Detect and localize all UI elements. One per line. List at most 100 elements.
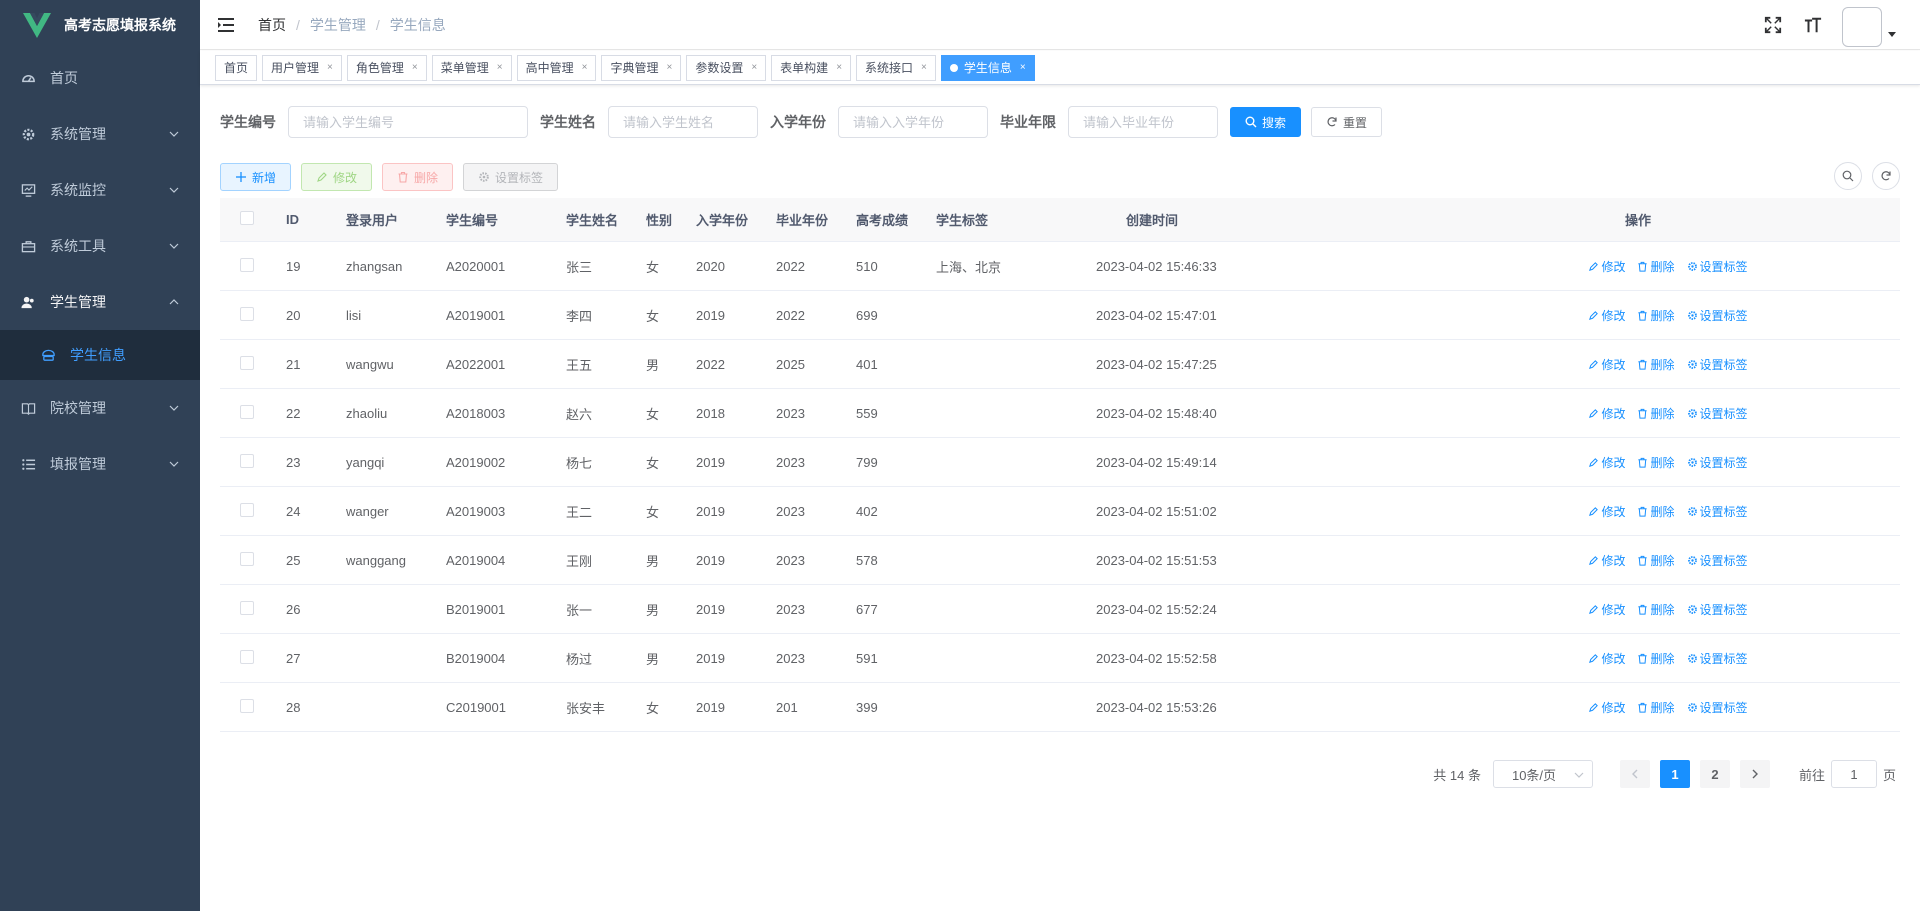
goto-page: 前往 页 (1799, 760, 1896, 788)
row-delete-link[interactable]: 删除 (1637, 356, 1675, 373)
next-page-button[interactable] (1739, 760, 1770, 788)
close-icon[interactable]: × (497, 56, 503, 80)
table-body: 19 zhangsan A2020001 张三女 2020 2022 510 上海、北京 202… (220, 242, 1900, 732)
delete-button[interactable]: 删除 (382, 163, 454, 191)
row-edit-link[interactable]: 修改 (1588, 307, 1625, 324)
row-edit-link[interactable]: 修改 (1588, 650, 1625, 667)
page-2-button[interactable]: 2 (1699, 760, 1730, 788)
tag-menus[interactable]: 菜单管理 × (431, 54, 512, 81)
row-checkbox[interactable] (240, 551, 254, 566)
tag-users[interactable]: 用户管理 × (262, 54, 342, 81)
tag-api[interactable]: 系统接口 × (856, 54, 936, 81)
tag-highschools[interactable]: 高中管理 × (516, 54, 597, 81)
reset-button[interactable]: 重置 (1311, 107, 1383, 137)
row-checkbox[interactable] (240, 600, 254, 615)
row-edit-link[interactable]: 修改 (1588, 356, 1625, 373)
sidebar-item-students[interactable]: 学生管理 (0, 274, 200, 330)
close-icon[interactable]: × (327, 56, 333, 80)
search-button[interactable]: 搜索 (1230, 107, 1302, 137)
sidebar-item-system[interactable]: 系统管理 (0, 106, 200, 162)
row-select-cell (220, 453, 286, 471)
breadcrumb: 首页 / 学生管理 / 学生信息 (258, 15, 446, 35)
sidebar-item-student-info[interactable]: 学生信息 (0, 330, 200, 380)
sidebar-item-tools[interactable]: 系统工具 (0, 218, 200, 274)
close-icon[interactable]: × (836, 56, 842, 80)
select-all-checkbox[interactable] (240, 211, 254, 225)
row-edit-link[interactable]: 修改 (1588, 258, 1625, 275)
refresh-button[interactable] (1872, 162, 1900, 190)
set-tags-button[interactable]: 设置标签 (463, 163, 559, 191)
row-set-tags-link[interactable]: 设置标签 (1687, 552, 1748, 569)
tag-roles[interactable]: 角色管理 × (346, 54, 427, 81)
page-size-select[interactable]: 10条/页 (1492, 760, 1593, 788)
tag-params[interactable]: 参数设置 × (686, 54, 767, 81)
row-delete-link[interactable]: 删除 (1637, 699, 1675, 716)
row-edit-link[interactable]: 修改 (1588, 405, 1625, 422)
row-delete-link[interactable]: 删除 (1637, 307, 1675, 324)
toggle-search-button[interactable] (1834, 162, 1862, 190)
edit-button[interactable]: 修改 (301, 163, 373, 191)
row-delete-link[interactable]: 删除 (1637, 650, 1675, 667)
fullscreen-icon[interactable] (1762, 14, 1784, 36)
add-button[interactable]: 新增 (220, 163, 292, 191)
row-checkbox[interactable] (240, 502, 254, 517)
tag-student-info[interactable]: 学生信息 × (940, 54, 1035, 81)
logo[interactable]: 高考志愿填报系统 (0, 0, 200, 50)
row-checkbox[interactable] (240, 698, 254, 713)
sidebar-item-applications[interactable]: 填报管理 (0, 436, 200, 492)
sidebar-item-monitor[interactable]: 系统监控 (0, 162, 200, 218)
row-set-tags-link[interactable]: 设置标签 (1687, 650, 1748, 667)
close-icon[interactable]: × (921, 56, 927, 80)
tag-dictionary[interactable]: 字典管理 × (601, 54, 682, 81)
goto-page-input[interactable] (1830, 760, 1877, 788)
breadcrumb-item-home[interactable]: 首页 (258, 15, 286, 35)
row-edit-link[interactable]: 修改 (1588, 699, 1625, 716)
row-edit-label: 修改 (1601, 651, 1626, 666)
caret-down-icon[interactable] (1888, 30, 1896, 38)
row-edit-link[interactable]: 修改 (1588, 552, 1625, 569)
row-edit-link[interactable]: 修改 (1588, 454, 1625, 471)
row-edit-link[interactable]: 修改 (1588, 503, 1625, 520)
tag-home[interactable]: 首页 (215, 54, 258, 81)
row-set-tags-link[interactable]: 设置标签 (1687, 405, 1748, 422)
grad-year-input[interactable] (1068, 106, 1218, 138)
close-icon[interactable]: × (666, 56, 672, 80)
avatar[interactable] (1842, 7, 1882, 47)
row-checkbox[interactable] (240, 649, 254, 664)
row-set-tags-link[interactable]: 设置标签 (1687, 307, 1748, 324)
font-size-icon[interactable] (1802, 14, 1824, 36)
hamburger-menu-icon[interactable] (216, 15, 236, 35)
row-set-tags-link[interactable]: 设置标签 (1687, 601, 1748, 618)
row-set-tags-link[interactable]: 设置标签 (1687, 699, 1748, 716)
row-delete-link[interactable]: 删除 (1637, 258, 1675, 275)
page-1-button[interactable]: 1 (1659, 760, 1690, 788)
row-checkbox[interactable] (240, 257, 254, 272)
sidebar-item-home[interactable]: 首页 (0, 50, 200, 106)
row-edit-link[interactable]: 修改 (1588, 601, 1625, 618)
row-checkbox[interactable] (240, 355, 254, 370)
sidebar-item-colleges[interactable]: 院校管理 (0, 380, 200, 436)
row-checkbox[interactable] (240, 306, 254, 321)
row-set-tags-link[interactable]: 设置标签 (1687, 454, 1748, 471)
row-delete-link[interactable]: 删除 (1637, 601, 1675, 618)
row-set-tags-link[interactable]: 设置标签 (1687, 503, 1748, 520)
enroll-year-input[interactable] (838, 106, 988, 138)
tag-form-builder[interactable]: 表单构建 × (771, 54, 852, 81)
prev-page-button[interactable] (1619, 760, 1650, 788)
close-icon[interactable]: × (412, 56, 418, 80)
row-checkbox[interactable] (240, 453, 254, 468)
row-delete-link[interactable]: 删除 (1637, 503, 1675, 520)
student-no-input[interactable] (288, 106, 528, 138)
row-delete-link[interactable]: 删除 (1637, 454, 1675, 471)
row-set-tags-link[interactable]: 设置标签 (1687, 258, 1748, 275)
row-delete-link[interactable]: 删除 (1637, 405, 1675, 422)
row-edit-label: 修改 (1601, 406, 1626, 421)
close-icon[interactable]: × (582, 56, 588, 80)
chevron-down-icon (169, 461, 179, 467)
row-checkbox[interactable] (240, 404, 254, 419)
close-icon[interactable]: × (1020, 56, 1026, 80)
row-delete-link[interactable]: 删除 (1637, 552, 1675, 569)
student-name-input[interactable] (608, 106, 758, 138)
close-icon[interactable]: × (751, 56, 757, 80)
row-set-tags-link[interactable]: 设置标签 (1687, 356, 1748, 373)
